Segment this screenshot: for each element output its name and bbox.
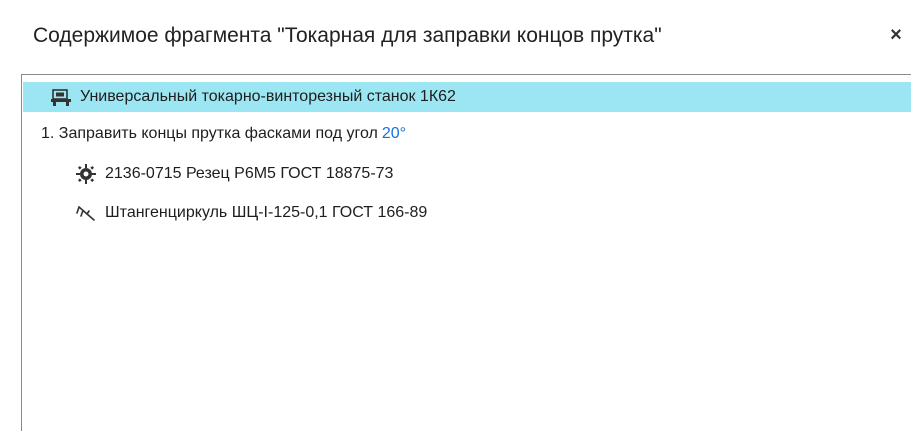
lathe-machine-icon [50, 86, 72, 108]
tree-item-label: Универсальный токарно-винторезный станок… [80, 88, 456, 105]
tree-item-tool[interactable]: Штангенциркуль ШЦ-I-125-0,1 ГОСТ 166-89 [23, 198, 427, 228]
title-bar: Содержимое фрагмента "Токарная для запра… [0, 0, 911, 66]
tree-item-tool[interactable]: 2136-0715 Резец Р6М5 ГОСТ 18875-73 [23, 159, 393, 189]
tree-item-operation[interactable]: 1. Заправить концы прутка фасками под уг… [23, 119, 406, 149]
dialog-title: Содержимое фрагмента "Токарная для запра… [33, 24, 662, 47]
close-button[interactable]: × [883, 22, 909, 48]
tool-label: 2136-0715 Резец Р6М5 ГОСТ 18875-73 [105, 165, 394, 182]
operation-angle-value[interactable]: 20° [382, 125, 406, 143]
tool-label: Штангенциркуль ШЦ-I-125-0,1 ГОСТ 166-89 [105, 204, 428, 221]
operation-label: 1. Заправить концы прутка фасками под уг… [41, 125, 378, 142]
fragment-contents-dialog: Содержимое фрагмента "Токарная для запра… [0, 0, 911, 431]
tree-item-machine[interactable]: Универсальный токарно-винторезный станок… [23, 82, 911, 112]
caliper-icon [75, 202, 97, 224]
fragment-tree-panel: Универсальный токарно-винторезный станок… [21, 74, 911, 431]
cutter-gear-icon [75, 163, 97, 185]
